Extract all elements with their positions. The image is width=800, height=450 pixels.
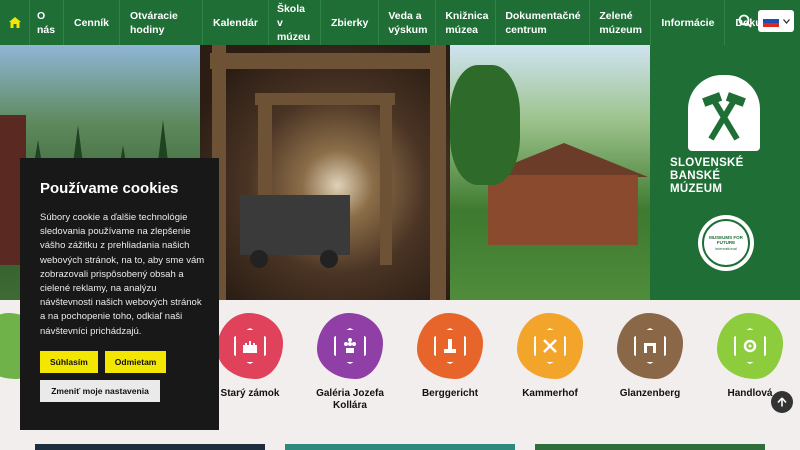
- cookie-settings-button[interactable]: Zmeniť moje nastavenia: [40, 379, 160, 402]
- scroll-top-button[interactable]: [771, 391, 793, 413]
- gear-icon: [734, 328, 766, 364]
- nav-item-label: Veda a výskum: [388, 9, 428, 36]
- exhibition-item[interactable]: Galéria Jozefa Kollára: [302, 313, 398, 412]
- brand-name-line: SLOVENSKÉ: [670, 157, 744, 169]
- exhibition-blob: [717, 313, 783, 379]
- brand-name-line: MÚZEUM: [670, 183, 723, 195]
- brand-panel: SLOVENSKÉ BANSKÉ MÚZEUM MUSEUMS FOR FUTU…: [650, 45, 800, 300]
- exhibition-blob: [517, 313, 583, 379]
- nav-item-zbierky[interactable]: Zbierky: [321, 0, 380, 45]
- news-card[interactable]: [285, 444, 515, 450]
- hero-image-outdoor: [450, 45, 650, 300]
- cookie-title: Používame cookies: [40, 180, 179, 197]
- exhibition-label: Berggericht: [421, 388, 479, 399]
- accept-cookies-button[interactable]: Súhlasím: [40, 350, 98, 373]
- mine-entrance-icon: [634, 328, 666, 364]
- nav-item-label: Zelené múzeum: [599, 9, 642, 36]
- nav-item-label: Zbierky: [330, 16, 369, 29]
- castle-icon: [234, 328, 266, 364]
- brand-name: SLOVENSKÉ BANSKÉ MÚZEUM: [670, 157, 790, 196]
- hammers-icon: [534, 328, 566, 364]
- reject-cookies-button[interactable]: Odmietam: [104, 350, 167, 373]
- chevron-down-icon: [782, 18, 790, 24]
- exhibition-blob: [217, 313, 283, 379]
- nav-item-zelene-muzeum[interactable]: Zelené múzeum: [590, 0, 652, 45]
- exhibition-item[interactable]: Berggericht: [402, 313, 498, 400]
- monument-icon: [434, 328, 466, 364]
- nav-item-label: O nás: [37, 9, 56, 36]
- badge-text: MUSEUMS FOR FUTURE: [709, 235, 743, 245]
- news-card[interactable]: [535, 444, 765, 450]
- cookie-text: Súbory cookie a ďalšie technológie sledo…: [40, 212, 205, 337]
- cookie-buttons: Súhlasím Odmietam: [40, 350, 207, 373]
- nav-item-cennik[interactable]: Cenník: [64, 0, 121, 45]
- nav-item-label: Cenník: [74, 16, 110, 29]
- exhibition-blob: [417, 313, 483, 379]
- nav-item-dokumentacne-centrum[interactable]: Dokumentačné centrum: [496, 0, 591, 45]
- language-switcher[interactable]: [758, 10, 794, 32]
- nav-item-kalendar[interactable]: Kalendár: [203, 0, 269, 45]
- exhibition-item[interactable]: Handlová: [702, 313, 798, 400]
- nav-item-o-nas[interactable]: O nás: [30, 0, 64, 45]
- flower-icon: [334, 328, 366, 364]
- nav-item-informacie[interactable]: Informácie: [651, 0, 726, 45]
- badge-subtext: international: [715, 246, 737, 251]
- main-nav: O nás Cenník Otváracie hodiny Kalendár Š…: [0, 0, 800, 45]
- exhibition-label: Kammerhof: [522, 388, 578, 399]
- nav-item-otvaracie-hodiny[interactable]: Otváracie hodiny: [120, 0, 204, 45]
- exhibition-item[interactable]: Glanzenberg: [602, 313, 698, 400]
- nav-item-label: Dokumentačné centrum: [505, 9, 581, 36]
- nav-item-label: Škola v múzeu: [276, 2, 311, 43]
- nav-item-kniznica-muzea[interactable]: Knižnica múzea: [436, 0, 497, 45]
- hero-image-mine: [200, 45, 450, 300]
- nav-item-skola-v-muzeu[interactable]: Škola v múzeu: [269, 0, 321, 45]
- exhibition-label: Glanzenberg: [619, 388, 681, 399]
- news-card[interactable]: [35, 444, 265, 450]
- home-icon: [8, 17, 21, 28]
- crossed-hammers-icon: [702, 92, 746, 141]
- nav-tools: [738, 10, 794, 32]
- nav-item-veda-a-vyskum[interactable]: Veda a výskum: [379, 0, 437, 45]
- exhibition-label: Galéria Jozefa Kollára: [316, 388, 384, 411]
- nav-item-label: Informácie: [661, 16, 715, 29]
- cookie-banner: Používame cookies Súbory cookie a ďalšie…: [20, 158, 219, 430]
- page: O nás Cenník Otváracie hodiny Kalendár Š…: [0, 0, 800, 450]
- museums-for-future-badge[interactable]: MUSEUMS FOR FUTURE international: [698, 215, 754, 271]
- sk-flag-icon: [762, 15, 779, 27]
- nav-item-label: Knižnica múzea: [445, 9, 489, 36]
- logo[interactable]: [688, 75, 760, 151]
- arrow-up-icon: [777, 397, 787, 407]
- nav-item-label: Otváracie hodiny: [130, 9, 178, 36]
- home-button[interactable]: [0, 0, 30, 45]
- exhibition-blob: [617, 313, 683, 379]
- search-icon[interactable]: [738, 14, 752, 28]
- exhibition-blob: [317, 313, 383, 379]
- exhibition-item[interactable]: Kammerhof: [502, 313, 598, 400]
- brand-name-line: BANSKÉ: [670, 170, 721, 182]
- nav-item-label: Kalendár: [213, 16, 258, 29]
